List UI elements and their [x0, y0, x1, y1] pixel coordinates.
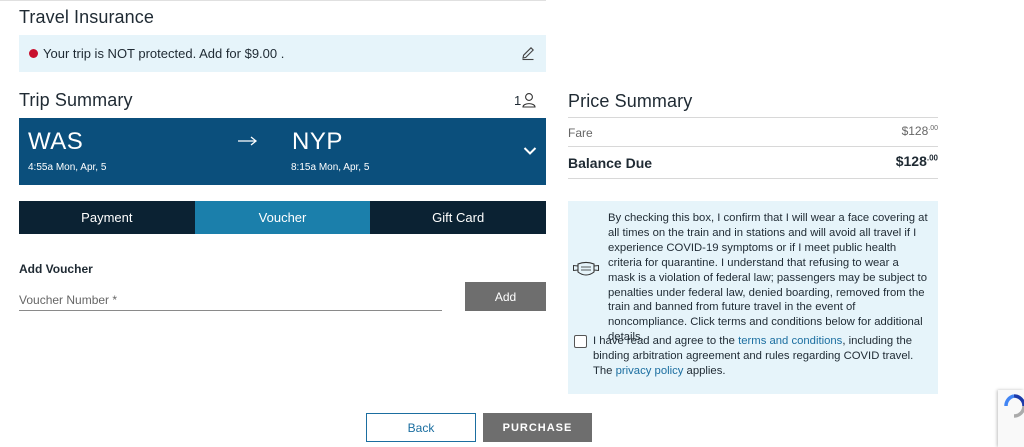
origin-datetime: 4:55a Mon, Apr, 5 [28, 162, 106, 173]
recaptcha-icon [1004, 394, 1024, 418]
back-button[interactable]: Back [366, 413, 476, 442]
fare-dollars: $128 [901, 124, 929, 138]
fare-cents: .00 [928, 125, 938, 132]
tab-gift-card[interactable]: Gift Card [370, 201, 546, 234]
destination-date: Mon, Apr, 5 [318, 162, 370, 173]
origin-time: 4:55a [28, 162, 54, 173]
purchase-button[interactable]: PURCHASE [483, 413, 592, 442]
passenger-count: 1 [514, 92, 536, 108]
balance-cents: .00 [926, 153, 938, 163]
terms-conditions-link[interactable]: terms and conditions [738, 335, 842, 347]
add-voucher-heading: Add Voucher [19, 262, 93, 276]
arrow-right-icon [238, 136, 258, 146]
agree-text: I have read and agree to the terms and c… [593, 334, 933, 379]
travel-insurance-title: Travel Insurance [19, 7, 154, 27]
alert-dot-icon [29, 49, 38, 58]
tab-payment[interactable]: Payment [19, 201, 195, 234]
origin-code: WAS [28, 128, 84, 155]
price-summary-title: Price Summary [568, 91, 693, 111]
insurance-message: Your trip is NOT protected. Add for $9.0… [43, 46, 285, 61]
covid-agree-checkbox[interactable] [574, 335, 587, 348]
trip-summary-title: Trip Summary [19, 90, 133, 110]
top-divider [0, 0, 546, 1]
price-divider-bottom [568, 178, 938, 179]
pencil-icon[interactable] [520, 45, 536, 61]
voucher-number-input[interactable] [19, 290, 442, 311]
balance-due-amount: $128.00 [838, 153, 938, 169]
fare-label: Fare [568, 126, 593, 140]
face-mask-icon [573, 261, 599, 276]
agree-prefix: I have read and agree to the [593, 335, 739, 347]
origin-date: Mon, Apr, 5 [55, 162, 107, 173]
trip-card[interactable]: WAS 4:55a Mon, Apr, 5 NYP 8:15a Mon, Apr… [19, 118, 546, 185]
fare-amount: $128.00 [838, 124, 938, 138]
destination-code: NYP [292, 128, 343, 155]
payment-tabs: Payment Voucher Gift Card [19, 201, 546, 234]
insurance-banner: Your trip is NOT protected. Add for $9.0… [19, 35, 546, 72]
tab-voucher[interactable]: Voucher [194, 201, 371, 234]
add-voucher-button[interactable]: Add [465, 282, 546, 311]
recaptcha-badge[interactable] [998, 390, 1024, 447]
balance-due-label: Balance Due [568, 155, 653, 171]
destination-datetime: 8:15a Mon, Apr, 5 [291, 162, 369, 173]
user-icon [522, 93, 536, 108]
agree-suffix: applies. [683, 364, 726, 377]
price-divider-top [568, 117, 938, 118]
covid-statement: By checking this box, I confirm that I w… [608, 212, 928, 344]
chevron-down-icon[interactable] [523, 146, 537, 156]
price-divider-middle [568, 146, 938, 147]
balance-dollars: $128 [895, 153, 927, 169]
destination-time: 8:15a [291, 162, 317, 173]
privacy-policy-link[interactable]: privacy policy [616, 365, 684, 377]
passenger-count-value: 1 [514, 92, 522, 108]
